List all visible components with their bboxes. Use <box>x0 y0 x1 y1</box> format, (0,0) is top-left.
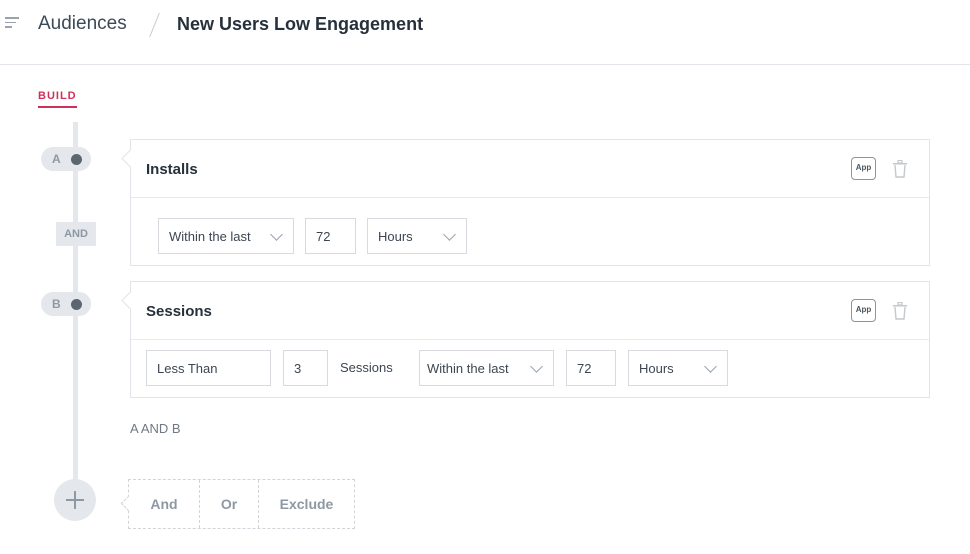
time-unit-value: Hours <box>378 229 413 244</box>
chevron-down-icon <box>270 228 283 241</box>
node-b-label: B <box>52 297 61 311</box>
add-or-button[interactable]: Or <box>199 480 258 528</box>
time-value: 72 <box>577 361 592 376</box>
add-options-group: And Or Exclude <box>128 479 355 529</box>
tab-build[interactable]: BUILD <box>38 90 77 108</box>
time-unit-select[interactable]: Hours <box>628 350 728 386</box>
time-operator-value: Within the last <box>169 229 251 244</box>
time-operator-select[interactable]: Within the last <box>158 218 294 254</box>
chevron-down-icon <box>443 228 456 241</box>
add-and-button[interactable]: And <box>129 480 199 528</box>
comparison-value: Less Than <box>157 361 218 376</box>
count-input[interactable]: 3 <box>283 350 328 386</box>
trash-icon[interactable] <box>892 301 908 320</box>
time-operator-select[interactable]: Within the last <box>419 350 554 386</box>
breadcrumb-audiences[interactable]: Audiences <box>38 13 127 35</box>
menu-icon[interactable] <box>5 17 21 31</box>
chevron-down-icon <box>530 360 543 373</box>
page-title: New Users Low Engagement <box>177 14 424 34</box>
card-header: Installs App <box>131 140 929 198</box>
node-a-label: A <box>52 152 61 166</box>
count-unit-label: Sessions <box>340 360 393 375</box>
node-b: B <box>41 292 91 316</box>
breadcrumb-separator <box>148 12 160 38</box>
card-body: Less Than 3 Sessions Within the last 72 … <box>131 340 929 396</box>
page-header: Audiences New Users Low Engagement <box>0 0 970 65</box>
condition-card-sessions: Sessions App Less Than 3 Sessions Within… <box>130 281 930 398</box>
chevron-down-icon <box>704 360 717 373</box>
card-header: Sessions App <box>131 282 929 340</box>
card-title-installs: Installs <box>146 161 198 178</box>
app-icon[interactable]: App <box>851 157 876 180</box>
add-condition-button[interactable] <box>54 479 96 521</box>
time-value-input[interactable]: 72 <box>305 218 356 254</box>
time-unit-select[interactable]: Hours <box>367 218 467 254</box>
time-value-input[interactable]: 72 <box>566 350 616 386</box>
comparison-input[interactable]: Less Than <box>146 350 271 386</box>
app-icon[interactable]: App <box>851 299 876 322</box>
node-a: A <box>41 147 91 171</box>
count-value: 3 <box>294 361 302 376</box>
node-b-dot <box>71 299 82 310</box>
logic-expression: A AND B <box>130 421 181 436</box>
connector-and-badge[interactable]: AND <box>56 222 96 246</box>
node-a-dot <box>71 154 82 165</box>
time-operator-value: Within the last <box>427 361 509 376</box>
time-value: 72 <box>316 229 331 244</box>
trash-icon[interactable] <box>892 159 908 178</box>
condition-card-installs: Installs App Within the last 72 Hours <box>130 139 930 266</box>
time-unit-value: Hours <box>639 361 674 376</box>
add-exclude-button[interactable]: Exclude <box>258 480 354 528</box>
card-title-sessions: Sessions <box>146 303 212 320</box>
card-body: Within the last 72 Hours <box>131 198 929 254</box>
